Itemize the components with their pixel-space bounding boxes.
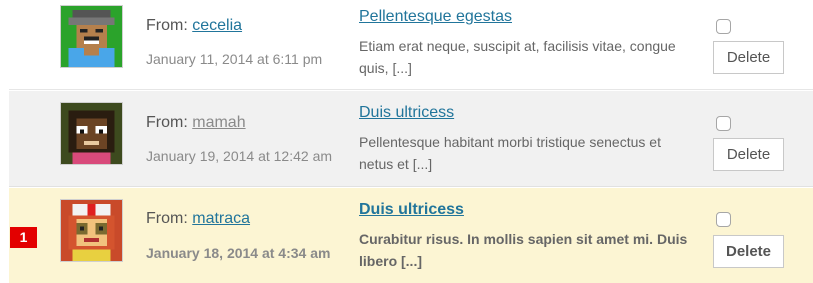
message-date: January 19, 2014 at 12:42 am [146, 148, 333, 164]
message-subject-link[interactable]: Duis ultricess [359, 104, 454, 122]
from-line: From: matraca [146, 210, 250, 228]
avatar [60, 199, 123, 262]
message-excerpt: Curabitur risus. In mollis sapien sit am… [359, 231, 688, 269]
from-prefix: From: [146, 17, 188, 34]
from-line: From: cecelia [146, 17, 242, 35]
message-date: January 18, 2014 at 4:34 am [146, 245, 331, 261]
from-prefix: From: [146, 210, 188, 227]
select-checkbox[interactable] [716, 212, 731, 227]
select-checkbox[interactable] [716, 19, 731, 34]
from-prefix: From: [146, 114, 188, 131]
sender-link[interactable]: mamah [192, 114, 245, 131]
avatar [60, 102, 123, 165]
delete-button[interactable]: Delete [713, 41, 784, 74]
select-checkbox[interactable] [716, 116, 731, 131]
sender-link[interactable]: cecelia [192, 17, 242, 34]
message-subject-link[interactable]: Duis ultricess [359, 201, 464, 219]
message-subject-link[interactable]: Pellentesque egestas [359, 8, 512, 26]
message-date: January 11, 2014 at 6:11 pm [146, 51, 323, 67]
unread-count-badge: 1 [10, 227, 37, 248]
message-excerpt: Etiam erat neque, suscipit at, facilisis… [359, 38, 676, 76]
delete-button[interactable]: Delete [713, 138, 784, 171]
message-excerpt: Pellentesque habitant morbi tristique se… [359, 134, 661, 172]
from-line: From: mamah [146, 114, 246, 132]
delete-button[interactable]: Delete [713, 235, 784, 268]
avatar [60, 5, 123, 68]
sender-link[interactable]: matraca [192, 210, 250, 227]
